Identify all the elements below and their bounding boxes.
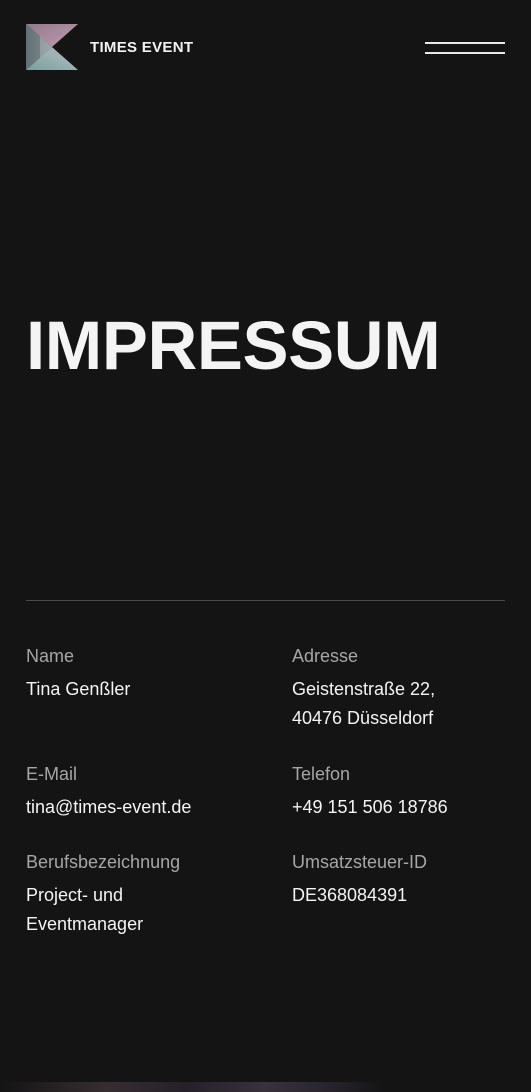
hamburger-menu-icon <box>425 42 505 44</box>
section-divider <box>26 600 505 601</box>
detail-phone: Telefon +49 151 506 18786 <box>292 764 531 822</box>
detail-address-label: Adresse <box>292 646 359 666</box>
detail-vat-label: Umsatzsteuer-ID <box>292 852 428 872</box>
brand-name: TIMES EVENT <box>90 39 194 56</box>
detail-email: E-Mail tina@times-event.de <box>26 764 266 822</box>
detail-email-label: E-Mail <box>26 764 78 784</box>
detail-vat-value: DE368084391 <box>292 885 408 905</box>
next-section-edge <box>0 1082 531 1092</box>
hourglass-logo-icon <box>26 24 78 70</box>
brand-logo-link[interactable]: TIMES EVENT <box>26 24 193 70</box>
detail-phone-label: Telefon <box>292 764 351 784</box>
detail-address-value: Geistenstraße 22, 40476 Düsseldorf <box>292 679 436 728</box>
detail-occupation-value: Project- und Eventmanager <box>26 885 144 934</box>
detail-occupation: Berufsbezeichnung Project- und Eventmana… <box>26 852 266 939</box>
hamburger-menu-icon-line <box>425 52 505 54</box>
site-header: TIMES EVENT <box>26 24 505 72</box>
menu-button[interactable] <box>425 42 505 56</box>
detail-occupation-label: Berufsbezeichnung <box>26 852 181 872</box>
detail-address: Adresse Geistenstraße 22, 40476 Düsseldo… <box>292 646 531 733</box>
phone-link[interactable]: +49 151 506 18786 <box>292 793 531 822</box>
detail-vat: Umsatzsteuer-ID DE368084391 <box>292 852 531 910</box>
page-title: IMPRESSUM <box>26 307 441 384</box>
detail-name-value: Tina Genßler <box>26 679 131 699</box>
detail-name: Name Tina Genßler <box>26 646 266 704</box>
detail-name-label: Name <box>26 646 75 666</box>
email-link[interactable]: tina@times-event.de <box>26 793 266 822</box>
